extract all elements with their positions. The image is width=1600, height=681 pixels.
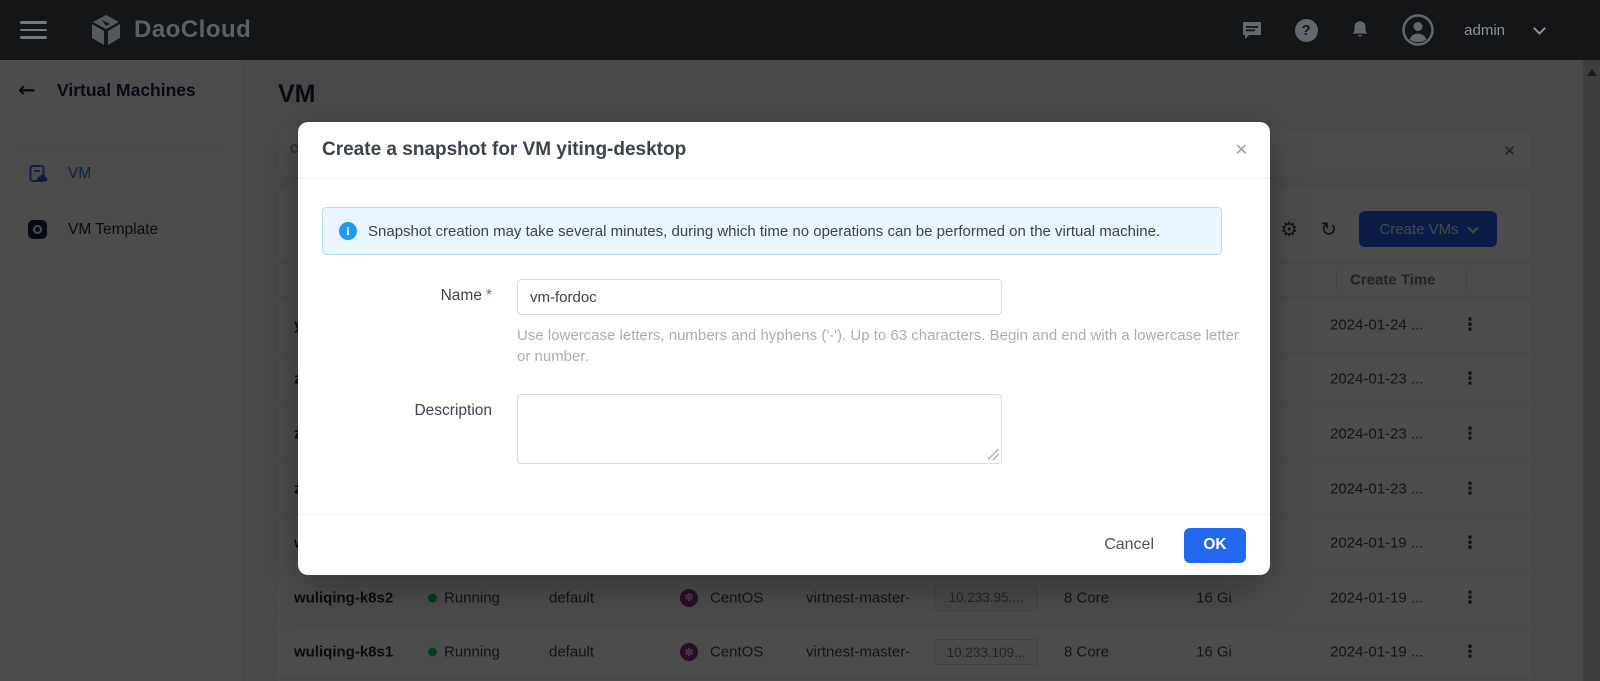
username-label[interactable]: admin	[1464, 22, 1505, 39]
help-icon[interactable]: ?	[1294, 18, 1318, 42]
ok-button[interactable]: OK	[1184, 528, 1246, 563]
chevron-down-icon[interactable]	[1533, 22, 1546, 35]
name-input[interactable]	[517, 279, 1002, 315]
brand-name: DaoCloud	[134, 16, 251, 44]
daocloud-cube-icon	[88, 12, 124, 48]
info-icon: i	[339, 222, 357, 240]
brand-logo[interactable]: DaoCloud	[88, 12, 251, 48]
chat-icon[interactable]	[1240, 18, 1264, 42]
alert-text: Snapshot creation may take several minut…	[368, 223, 1160, 240]
cancel-button[interactable]: Cancel	[1104, 536, 1154, 554]
snapshot-info-alert: i Snapshot creation may take several min…	[322, 207, 1222, 255]
modal-title: Create a snapshot for VM yiting-desktop	[322, 139, 686, 161]
name-label: Name*	[298, 279, 492, 367]
top-header-bar: DaoCloud ? admin	[0, 0, 1600, 60]
create-snapshot-modal: Create a snapshot for VM yiting-desktop …	[298, 122, 1270, 575]
description-label: Description	[298, 394, 492, 464]
avatar[interactable]	[1402, 14, 1434, 46]
app-root: DaoCloud ? admin ← Virtual Machines	[0, 0, 1600, 681]
name-help-text: Use lowercase letters, numbers and hyphe…	[517, 325, 1243, 367]
description-textarea[interactable]	[517, 394, 1002, 464]
close-icon[interactable]: ✕	[1235, 140, 1248, 159]
menu-icon[interactable]	[20, 21, 47, 39]
required-asterisk: *	[486, 287, 492, 304]
bell-icon[interactable]	[1348, 18, 1372, 42]
